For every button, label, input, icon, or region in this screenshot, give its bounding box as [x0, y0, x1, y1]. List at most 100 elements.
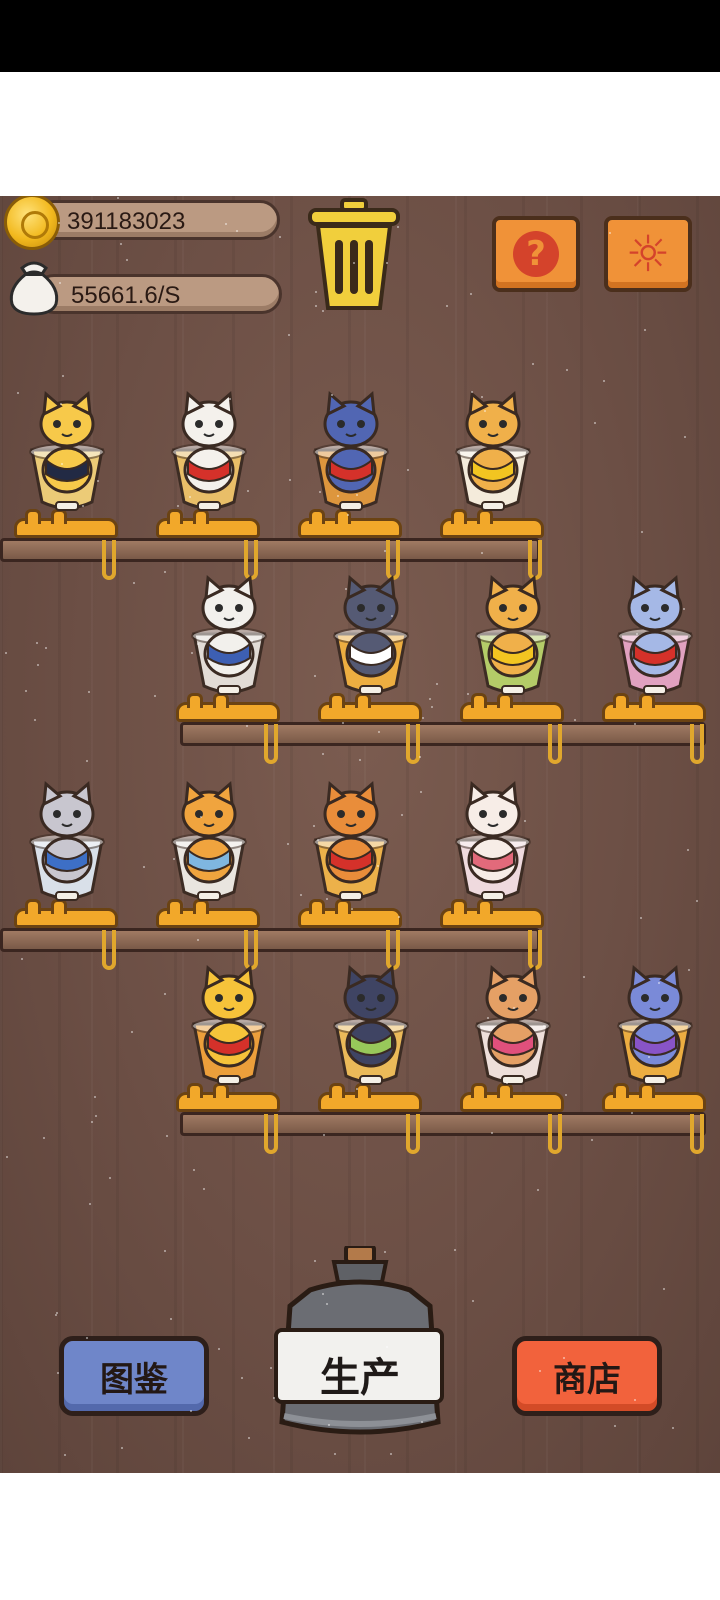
cat-slot-pad: [156, 899, 260, 928]
white-cat-guitar-in-rose-glass[interactable]: [438, 780, 548, 910]
shelf-hook: [548, 1114, 562, 1154]
blue-cat-scarf-in-pink-glass[interactable]: [600, 574, 710, 704]
background-speck: [59, 282, 61, 284]
trash-can-icon[interactable]: [304, 196, 404, 314]
shelf-hook: [548, 724, 562, 764]
shop-button[interactable]: 商店: [512, 1336, 662, 1416]
background-speck: [193, 1169, 195, 1171]
background-speck: [471, 391, 473, 393]
background-speck: [574, 719, 576, 721]
background-speck: [636, 633, 638, 635]
background-speck: [279, 236, 281, 238]
background-speck: [641, 531, 643, 533]
background-speck: [484, 410, 486, 412]
question-icon: ?: [513, 231, 559, 277]
orange-cat-red-hat-in-glass[interactable]: [296, 780, 406, 910]
background-speck: [506, 1082, 508, 1084]
background-speck: [631, 1112, 633, 1114]
cat-slot-pad: [298, 509, 402, 538]
background-speck: [648, 1056, 650, 1058]
white-cat-red-jacket-in-bowl[interactable]: [154, 390, 264, 520]
background-speck: [487, 1017, 489, 1019]
background-speck: [25, 690, 27, 692]
grey-cat-checkered-hat-in-bowl[interactable]: [12, 780, 122, 910]
settings-button[interactable]: ☼: [604, 216, 692, 292]
orange-cat-sunflower-in-green-glass[interactable]: [458, 574, 568, 704]
background-speck: [543, 1025, 545, 1027]
cat-slot-pad: [440, 899, 544, 928]
background-speck: [634, 1399, 636, 1401]
produce-button[interactable]: 生产: [280, 1338, 440, 1410]
coin-count: 391183023: [67, 208, 186, 235]
background-speck: [614, 1425, 616, 1427]
dark-cat-in-grape-glass[interactable]: [316, 964, 426, 1094]
blue-cat-red-hood-in-mug[interactable]: [296, 390, 406, 520]
background-speck: [86, 1337, 88, 1339]
background-speck: [672, 1427, 674, 1429]
background-speck: [420, 791, 422, 793]
background-speck: [191, 652, 193, 654]
background-speck: [82, 505, 84, 507]
shelf-hook: [690, 1114, 704, 1154]
white-cat-blue-robe-in-bowl[interactable]: [174, 574, 284, 704]
background-speck: [109, 1177, 111, 1179]
shelf-board: [180, 1112, 706, 1136]
orange-cat-blue-cape-in-cup[interactable]: [154, 780, 264, 910]
shelf-hook: [406, 1114, 420, 1154]
background-speck: [21, 958, 23, 960]
shelf-hook: [406, 724, 420, 764]
background-speck: [422, 717, 424, 719]
two-cats-in-beer-mug[interactable]: [316, 574, 426, 704]
background-speck: [273, 1397, 275, 1399]
background-speck: [446, 305, 448, 307]
background-speck: [34, 719, 36, 721]
background-speck: [322, 310, 324, 312]
background-speck: [246, 725, 248, 727]
help-button[interactable]: ?: [492, 216, 580, 292]
cat-slot-pad: [460, 693, 564, 722]
background-speck: [43, 1137, 45, 1139]
bottom-blank-area: [0, 1473, 720, 1600]
yellow-cat-red-robe-in-cone[interactable]: [174, 964, 284, 1094]
background-speck: [345, 588, 347, 590]
background-speck: [603, 380, 605, 382]
background-speck: [431, 706, 433, 708]
background-speck: [203, 1188, 205, 1190]
collection-button[interactable]: 图鉴: [59, 1336, 209, 1416]
background-speck: [314, 675, 316, 677]
background-speck: [429, 698, 431, 700]
background-speck: [164, 1250, 166, 1252]
background-speck: [491, 1132, 493, 1134]
background-speck: [248, 1437, 250, 1439]
background-speck: [315, 291, 317, 293]
background-speck: [61, 463, 63, 465]
background-speck: [313, 825, 315, 827]
background-speck: [58, 222, 60, 224]
cat-slot-pad: [440, 509, 544, 538]
background-speck: [524, 820, 526, 822]
background-speck: [94, 1096, 96, 1098]
blonde-sunglasses-cat-in-parfait-glass[interactable]: [12, 390, 122, 520]
background-speck: [532, 363, 534, 365]
background-speck: [687, 849, 689, 851]
background-speck: [591, 1139, 593, 1141]
background-speck: [663, 1288, 665, 1290]
background-speck: [177, 505, 179, 507]
blue-cat-witch-hat-in-beer-mug[interactable]: [600, 964, 710, 1094]
golden-armor-shiba-in-teacup[interactable]: [438, 390, 548, 520]
background-speck: [190, 1410, 192, 1412]
background-speck: [126, 259, 128, 261]
shelf-hook: [102, 930, 116, 970]
background-speck: [154, 695, 156, 697]
background-speck: [421, 1421, 423, 1423]
cat-slot-pad: [602, 1083, 706, 1112]
coin-counter: 391183023: [34, 200, 280, 240]
shelf-board: [180, 722, 706, 746]
background-speck: [377, 865, 379, 867]
background-speck: [60, 403, 62, 405]
cat-slot-pad: [156, 509, 260, 538]
background-speck: [378, 731, 380, 733]
llama-cat-in-pink-glass[interactable]: [458, 964, 568, 1094]
background-speck: [241, 1377, 243, 1379]
background-speck: [229, 398, 231, 400]
